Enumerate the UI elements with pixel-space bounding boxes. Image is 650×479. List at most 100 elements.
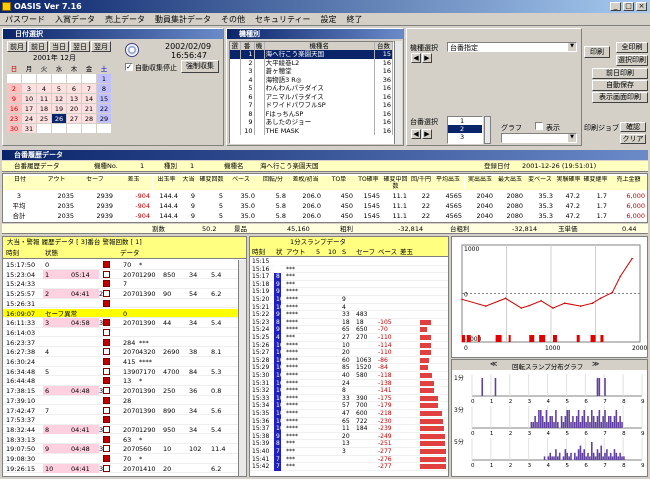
menu-item[interactable]: その他: [216, 13, 250, 26]
menu-item[interactable]: セキュリティー: [250, 13, 316, 26]
print-button[interactable]: 自動保存: [592, 80, 648, 91]
calendar-day[interactable]: 8: [96, 83, 112, 94]
machine-number-option[interactable]: 1: [448, 117, 482, 125]
close-button[interactable]: ×: [636, 2, 647, 11]
event-row[interactable]: 17:39:10 28: [3, 396, 238, 406]
machine-row[interactable]: 2 大平綾巻L2 16: [230, 58, 393, 67]
force-collect-button[interactable]: 強制収集: [181, 60, 219, 73]
slump-row[interactable]: 15:29 10 **** 85 1520 -84: [250, 364, 448, 372]
slump-row[interactable]: 15:42 7 *** -277: [250, 463, 448, 471]
dist-next-icon[interactable]: ≫: [592, 360, 599, 368]
event-row[interactable]: 15:25:57204:412m2070139090546.2: [3, 289, 238, 299]
events-scrollbar[interactable]: [238, 260, 246, 476]
machine-row[interactable]: 4 海物語3 R◎ 36: [230, 75, 393, 84]
calendar-day[interactable]: 2: [6, 83, 22, 94]
print-button[interactable]: クリア: [620, 134, 646, 144]
slump-row[interactable]: 15:28 10 **** 60 1063 -86: [250, 356, 448, 365]
slump-row[interactable]: 15:30 10 **** 40 580 -118: [250, 372, 448, 380]
calendar-day[interactable]: 29: [96, 113, 112, 124]
slump-row[interactable]: 15:35 10 **** 47 600 -218: [250, 410, 448, 418]
print-button[interactable]: 確認: [620, 122, 646, 132]
next-arrow-button[interactable]: ▶: [422, 53, 432, 63]
list-scrollbar[interactable]: [484, 116, 491, 144]
event-row[interactable]: 17:42:47 7 2070 1390 890 34 5.6: [3, 406, 238, 415]
slump-row[interactable]: 15:15 1: [250, 258, 448, 266]
machine-row[interactable]: 1 海へ行こう楽園天国 15: [230, 50, 393, 59]
cal-nav-button[interactable]: 前月: [7, 41, 27, 52]
machine-next-button[interactable]: ▶: [422, 129, 432, 139]
slump-row[interactable]: 15:17 8 ***: [250, 273, 448, 281]
slump-row[interactable]: 15:33 10 **** 33 390 -175: [250, 394, 448, 403]
calendar-day[interactable]: 24: [21, 113, 37, 124]
event-row[interactable]: 19:07:50904:483m20705601010211.4: [3, 444, 238, 454]
event-row[interactable]: 16:30:24 415 ****: [3, 357, 238, 367]
slump-row[interactable]: 15:24 9 **** 65 650 -70: [250, 326, 448, 334]
machine-row[interactable]: 7 ドワイドパワフルSP 16: [230, 101, 393, 110]
calendar-day[interactable]: 18: [36, 103, 52, 114]
slump-row[interactable]: 15:18 9 ***: [250, 280, 448, 289]
calendar-day[interactable]: 30: [6, 123, 22, 134]
calendar-day[interactable]: 20: [66, 103, 82, 114]
slump-row[interactable]: 15:38 9 **** 20 -249: [250, 432, 448, 441]
calendar-day[interactable]: 19: [51, 103, 67, 114]
slump-row[interactable]: 15:21 10 **** 4: [250, 303, 448, 312]
calendar-day[interactable]: 25: [36, 113, 52, 124]
event-row[interactable]: 19:26:151004:413m20701410206.2: [3, 463, 238, 474]
machine-prev-button[interactable]: ◀: [411, 129, 421, 139]
cal-nav-button[interactable]: 当日: [49, 41, 69, 52]
machine-row[interactable]: 5 わんわんパラダイス 16: [230, 84, 393, 93]
slump-row[interactable]: 15:23 8 **** 18 18 -105: [250, 318, 448, 327]
event-row[interactable]: 18:33:13 63 *: [3, 435, 238, 445]
calendar-day[interactable]: 7: [81, 83, 97, 94]
machine-row[interactable]: 6 アニマルパラダイス 16: [230, 92, 393, 101]
calendar-day[interactable]: 28: [81, 113, 97, 124]
machine-row[interactable]: 3 蒼ヶ穂堂 16: [230, 67, 393, 76]
print-button[interactable]: 前日印刷: [592, 68, 648, 79]
prev-arrow-button[interactable]: ◀: [411, 53, 421, 63]
event-row[interactable]: 19:08:30 70 *: [3, 454, 238, 464]
print-button[interactable]: 全印刷: [616, 42, 648, 53]
calendar-day[interactable]: 15: [96, 93, 112, 104]
calendar-day[interactable]: 21: [81, 103, 97, 114]
print-button[interactable]: 表示画面印刷: [592, 92, 648, 103]
cal-nav-button[interactable]: 翌日: [70, 41, 90, 52]
machine-scrollbar[interactable]: [394, 41, 402, 144]
menu-item[interactable]: 設定: [316, 13, 342, 26]
slump-row[interactable]: 15:41 7 *** -276: [250, 455, 448, 464]
event-row[interactable]: 18:32:44804:413m20701290950345.4: [3, 424, 238, 435]
event-row[interactable]: 17:53:37: [3, 415, 238, 425]
event-row[interactable]: 15:23:04 1 05:14 2070 1290 850 34 5.4: [3, 269, 238, 280]
calendar-day[interactable]: 13: [66, 93, 82, 104]
slump-row[interactable]: 15:39 8 *** 13 -251: [250, 440, 448, 448]
slump-row[interactable]: 15:26 10 **** 10 -114: [250, 341, 448, 350]
event-row[interactable]: 16:11:33304:583m2070139044345.4: [3, 318, 238, 328]
menu-item[interactable]: パスワード: [0, 13, 50, 26]
slump-row[interactable]: 15:22 9 **** 33 483: [250, 311, 448, 319]
calendar-day[interactable]: 6: [66, 83, 82, 94]
menu-item[interactable]: 終了: [342, 13, 368, 26]
display-checkbox[interactable]: [535, 122, 543, 130]
event-row[interactable]: 15:17:50 0 70 *: [3, 260, 238, 270]
slump-row[interactable]: 15:34 10 **** 57 700 -179: [250, 402, 448, 410]
slump-row[interactable]: 15:31 10 **** 24 -138: [250, 379, 448, 388]
calendar-day[interactable]: 23: [6, 113, 22, 124]
menu-item[interactable]: 売上データ: [100, 13, 150, 26]
event-row[interactable]: 16:23:37 284 ***: [3, 338, 238, 348]
slump-row[interactable]: 15:37 10 **** 11 184 -239: [250, 425, 448, 433]
calendar-day[interactable]: 12: [51, 93, 67, 104]
maximize-button[interactable]: □: [623, 2, 634, 11]
slump-row[interactable]: 15:25 4 *** 27 270 -110: [250, 334, 448, 342]
menu-item[interactable]: 動員集計データ: [150, 13, 216, 26]
calendar-day[interactable]: 4: [36, 83, 52, 94]
calendar-day[interactable]: 5: [51, 83, 67, 94]
cal-nav-button[interactable]: 翌月: [91, 41, 111, 52]
print-button[interactable]: 選択印刷: [616, 55, 648, 66]
calendar-day[interactable]: 1: [96, 73, 112, 84]
minimize-button[interactable]: _: [610, 2, 621, 11]
calendar-day[interactable]: 17: [21, 103, 37, 114]
event-row[interactable]: 16:44:48 13 *: [3, 376, 238, 386]
event-row[interactable]: 16:27:38 4 2070 4320 2690 38 8.1: [3, 347, 238, 357]
auto-collect-checkbox[interactable]: ✓: [125, 63, 133, 71]
event-row[interactable]: 15:24:33 7: [3, 279, 238, 289]
calendar-day[interactable]: 9: [6, 93, 22, 104]
